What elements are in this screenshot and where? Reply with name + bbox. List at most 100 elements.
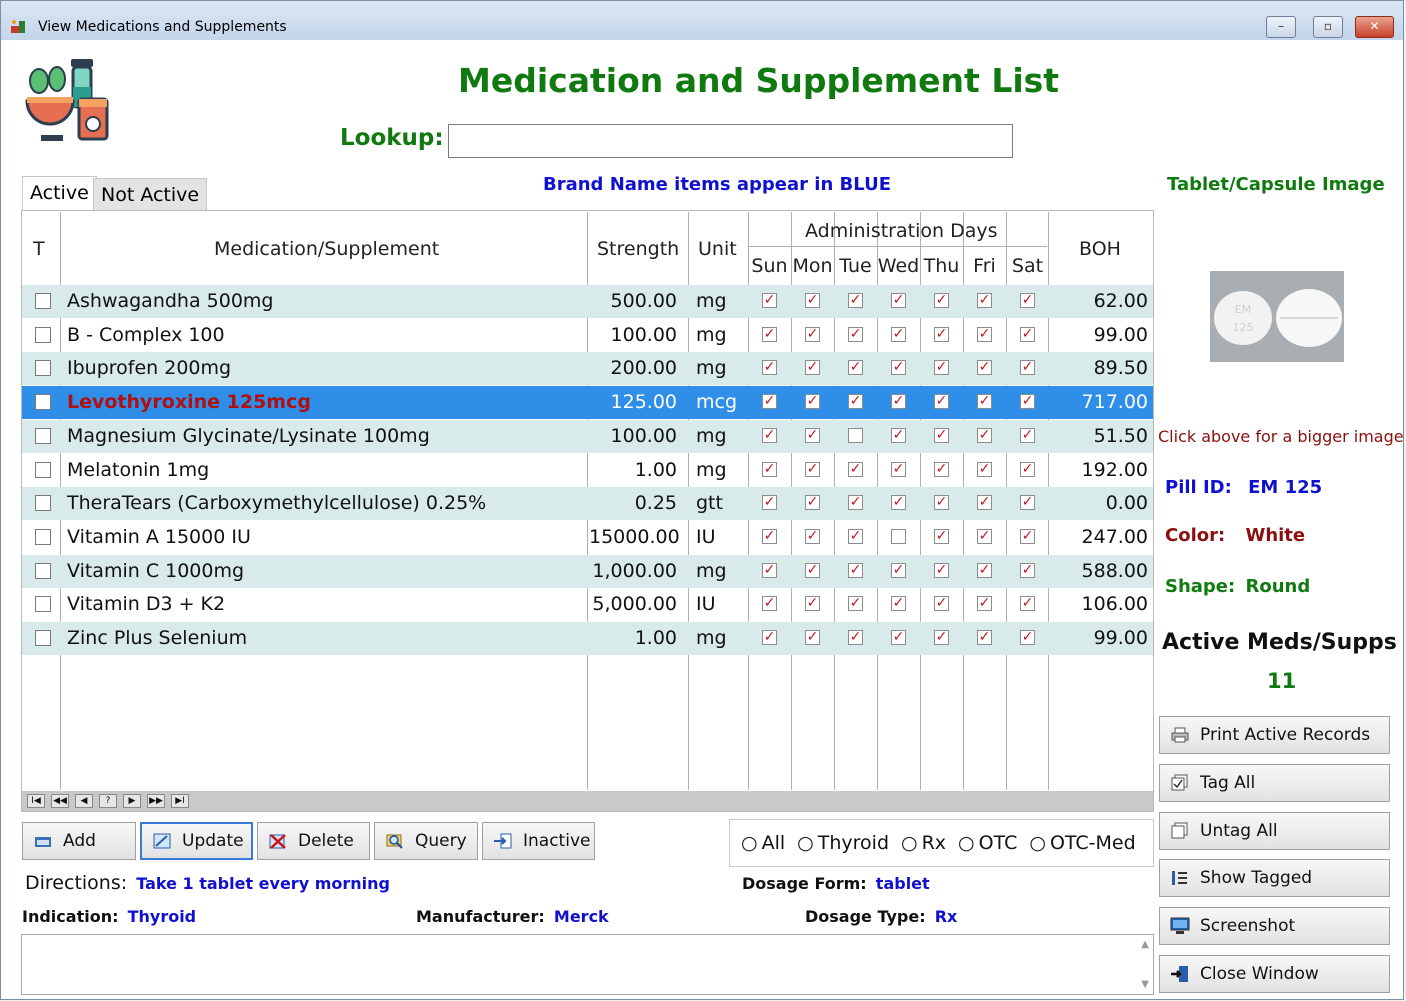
day-checkbox-wed[interactable]: ✓ [891,630,906,645]
filter-radio-all[interactable]: ○ All [741,832,785,854]
filter-radio-otcmed[interactable]: ○ OTC-Med [1029,832,1135,854]
delete-button[interactable]: Delete [257,822,370,860]
screenshot-button[interactable]: Screenshot [1159,907,1390,945]
scroll-up-icon[interactable]: ▲ [1141,939,1149,950]
day-checkbox-wed[interactable]: ✓ [891,360,906,376]
table-row[interactable]: Ashwagandha 500mg 500.00 mg ✓ ✓ ✓ ✓ ✓ ✓ ✓ 62.00 [22,285,1153,318]
add-button[interactable]: Add [22,822,136,860]
day-checkbox-sun[interactable]: ✓ [762,562,777,578]
notes-textarea[interactable]: ▲ ▼ [21,934,1154,995]
day-checkbox-mon[interactable]: ✓ [805,360,820,376]
day-checkbox-sun[interactable]: ✓ [762,394,777,410]
day-checkbox-tue[interactable]: ✓ [848,360,863,376]
close-button[interactable]: ✕ [1355,16,1394,38]
day-checkbox-sat[interactable]: ✓ [1020,461,1035,477]
inactive-button[interactable]: Inactive [482,822,595,860]
day-checkbox-sat[interactable]: ✓ [1020,293,1035,308]
day-checkbox-thu[interactable]: ✓ [934,562,949,578]
tag-all-button[interactable]: Tag All [1159,764,1390,802]
untag-all-button[interactable]: Untag All [1159,812,1390,850]
table-row[interactable]: TheraTears (Carboxymethylcellulose) 0.25… [22,487,1153,521]
day-checkbox-wed[interactable]: ✓ [891,394,906,410]
navigator-button[interactable]: ▶I [171,794,189,808]
day-checkbox-tue[interactable]: ✓ [848,461,863,477]
day-checkbox-sun[interactable]: ✓ [762,326,777,342]
day-checkbox-sun[interactable]: ✓ [762,461,777,477]
day-checkbox-tue[interactable]: ✓ [848,394,863,410]
pill-image[interactable]: EM 125 [1210,271,1344,362]
day-checkbox-thu[interactable]: ✓ [934,461,949,477]
day-checkbox-wed[interactable] [891,528,906,544]
day-checkbox-mon[interactable]: ✓ [805,326,820,342]
day-checkbox-sat[interactable]: ✓ [1020,360,1035,376]
day-checkbox-sun[interactable]: ✓ [762,596,777,612]
filter-radio-otc[interactable]: ○ OTC [958,832,1017,854]
show-tagged-button[interactable]: Show Tagged [1159,859,1390,897]
day-checkbox-mon[interactable]: ✓ [805,562,820,578]
lookup-input[interactable] [448,124,1013,158]
tag-checkbox[interactable] [35,630,51,646]
day-checkbox-wed[interactable]: ✓ [891,495,906,511]
day-checkbox-tue[interactable]: ✓ [848,630,863,645]
day-checkbox-sat[interactable]: ✓ [1020,528,1035,544]
day-checkbox-sat[interactable]: ✓ [1020,427,1035,443]
day-checkbox-fri[interactable]: ✓ [977,461,992,477]
column-header-boh[interactable]: BOH [1079,238,1121,260]
day-checkbox-mon[interactable]: ✓ [805,495,820,511]
print-active-records-button[interactable]: Print Active Records [1159,716,1390,754]
table-row[interactable]: Zinc Plus Selenium 1.00 mg ✓ ✓ ✓ ✓ ✓ ✓ ✓ 99.00 [22,622,1153,655]
day-checkbox-tue[interactable]: ✓ [848,528,863,544]
day-checkbox-tue[interactable]: ✓ [848,293,863,308]
day-checkbox-fri[interactable]: ✓ [977,326,992,342]
tag-checkbox[interactable] [35,293,51,309]
day-checkbox-sat[interactable]: ✓ [1020,326,1035,342]
day-checkbox-wed[interactable]: ✓ [891,293,906,308]
day-checkbox-mon[interactable]: ✓ [805,630,820,645]
tag-checkbox[interactable] [35,326,51,343]
tag-checkbox[interactable] [35,360,51,377]
day-checkbox-fri[interactable]: ✓ [977,630,992,645]
day-checkbox-sat[interactable]: ✓ [1020,596,1035,612]
table-row[interactable]: Levothyroxine 125mcg 125.00 mcg ✓ ✓ ✓ ✓ ✓ ✓ ✓ 717.… [22,386,1153,420]
day-checkbox-wed[interactable]: ✓ [891,427,906,443]
maximize-button[interactable]: ▫ [1313,16,1343,38]
day-checkbox-wed[interactable]: ✓ [891,461,906,477]
day-checkbox-thu[interactable]: ✓ [934,293,949,308]
filter-radio-rx[interactable]: ○ Rx [901,832,946,854]
day-checkbox-tue[interactable]: ✓ [848,562,863,578]
tag-checkbox[interactable] [35,562,51,579]
update-button[interactable]: Update [140,822,253,860]
tab-not-active[interactable]: Not Active [93,178,208,210]
minimize-button[interactable]: – [1266,16,1296,38]
day-checkbox-fri[interactable]: ✓ [977,528,992,544]
day-checkbox-fri[interactable]: ✓ [977,394,992,410]
day-checkbox-sun[interactable]: ✓ [762,495,777,511]
day-checkbox-thu[interactable]: ✓ [934,596,949,612]
table-row[interactable]: Vitamin D3 + K2 5,000.00 IU ✓ ✓ ✓ ✓ ✓ ✓ ✓ 106.00 [22,588,1153,621]
table-row[interactable]: Melatonin 1mg 1.00 mg ✓ ✓ ✓ ✓ ✓ ✓ ✓ 192.00 [22,454,1153,487]
day-checkbox-thu[interactable]: ✓ [934,394,949,410]
day-checkbox-thu[interactable]: ✓ [934,630,949,645]
day-checkbox-thu[interactable]: ✓ [934,360,949,376]
tag-checkbox[interactable] [35,394,51,411]
column-header-tag[interactable]: T [33,238,45,260]
day-checkbox-thu[interactable]: ✓ [934,326,949,342]
day-checkbox-thu[interactable]: ✓ [934,495,949,511]
day-checkbox-mon[interactable]: ✓ [805,528,820,544]
day-checkbox-sat[interactable]: ✓ [1020,394,1035,410]
day-checkbox-sun[interactable]: ✓ [762,630,777,645]
table-row[interactable]: Magnesium Glycinate/Lysinate 100mg 100.00… [22,419,1153,453]
tag-checkbox[interactable] [35,495,51,512]
day-checkbox-fri[interactable]: ✓ [977,596,992,612]
day-checkbox-fri[interactable]: ✓ [977,495,992,511]
table-row[interactable]: Ibuprofen 200mg 200.00 mg ✓ ✓ ✓ ✓ ✓ ✓ ✓ 89.50 [22,352,1153,386]
tag-checkbox[interactable] [35,427,51,444]
day-checkbox-wed[interactable]: ✓ [891,596,906,612]
day-checkbox-mon[interactable]: ✓ [805,427,820,443]
tag-checkbox[interactable] [35,528,51,545]
day-checkbox-sat[interactable]: ✓ [1020,630,1035,645]
day-checkbox-mon[interactable]: ✓ [805,596,820,612]
day-checkbox-wed[interactable]: ✓ [891,326,906,342]
day-checkbox-mon[interactable]: ✓ [805,461,820,477]
day-checkbox-sun[interactable]: ✓ [762,427,777,443]
